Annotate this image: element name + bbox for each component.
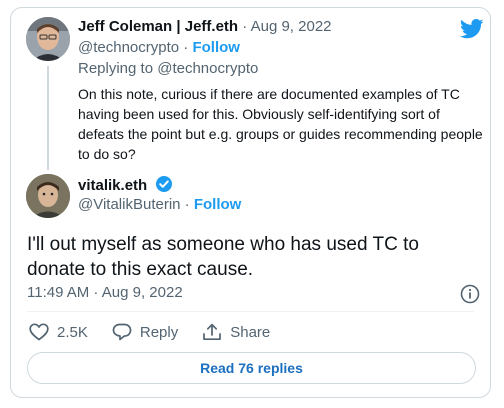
reply-label: Reply: [139, 323, 179, 341]
share-label: Share: [230, 323, 271, 341]
tweet-timestamp[interactable]: 11:49 AM · Aug 9, 2022: [27, 284, 183, 301]
replying-to-handle[interactable]: @technocrypto: [157, 60, 258, 77]
reply-follow-link[interactable]: Follow: [192, 39, 240, 56]
twitter-logo-icon[interactable]: [460, 19, 484, 39]
like-button[interactable]: 2.5K: [29, 323, 88, 341]
share-icon: [203, 323, 222, 341]
reply-tweet-header: Jeff Coleman | Jeff.eth · Aug 9, 2022: [78, 18, 332, 35]
main-author-handle[interactable]: @VitalikButerin: [78, 196, 181, 213]
tweet-embed-card: Jeff Coleman | Jeff.eth · Aug 9, 2022 @t…: [10, 7, 491, 398]
replying-to-row: Replying to @technocrypto: [78, 60, 258, 77]
main-follow-link[interactable]: Follow: [194, 196, 242, 213]
reply-button[interactable]: Reply: [112, 323, 178, 341]
main-author-name[interactable]: vitalik.eth: [78, 177, 147, 194]
divider-line: [27, 311, 474, 312]
info-icon[interactable]: [460, 284, 480, 304]
main-tweet-text: I'll out myself as someone who has used …: [27, 234, 419, 280]
main-tweet-header: vitalik.eth: [78, 175, 173, 195]
verified-badge-icon: [155, 176, 172, 192]
thread-connector-line: [47, 66, 49, 170]
main-follow-separator: ·: [180, 196, 194, 213]
reply-date[interactable]: Aug 9, 2022: [251, 18, 332, 35]
header-separator: ·: [238, 18, 251, 35]
follow-separator: ·: [179, 39, 193, 56]
heart-icon: [29, 323, 49, 341]
main-handle-row: @VitalikButerin · Follow: [78, 196, 241, 213]
reply-bubble-icon: [112, 323, 132, 341]
reply-author-handle[interactable]: @technocrypto: [78, 39, 179, 56]
reply-handle-row: @technocrypto · Follow: [78, 39, 240, 56]
share-button[interactable]: Share: [202, 323, 270, 341]
read-replies-button[interactable]: Read 76 replies: [27, 352, 476, 384]
like-count: 2.5K: [57, 323, 88, 341]
jeff-coleman-avatar[interactable]: [26, 17, 70, 61]
vitalik-avatar[interactable]: [26, 174, 70, 218]
reply-author-name[interactable]: Jeff Coleman | Jeff.eth: [78, 18, 238, 35]
reply-tweet-text: On this note, curious if there are docum…: [78, 86, 483, 162]
tweet-actions: 2.5K Reply Share: [29, 323, 294, 341]
replying-to-prefix: Replying to: [78, 60, 158, 77]
